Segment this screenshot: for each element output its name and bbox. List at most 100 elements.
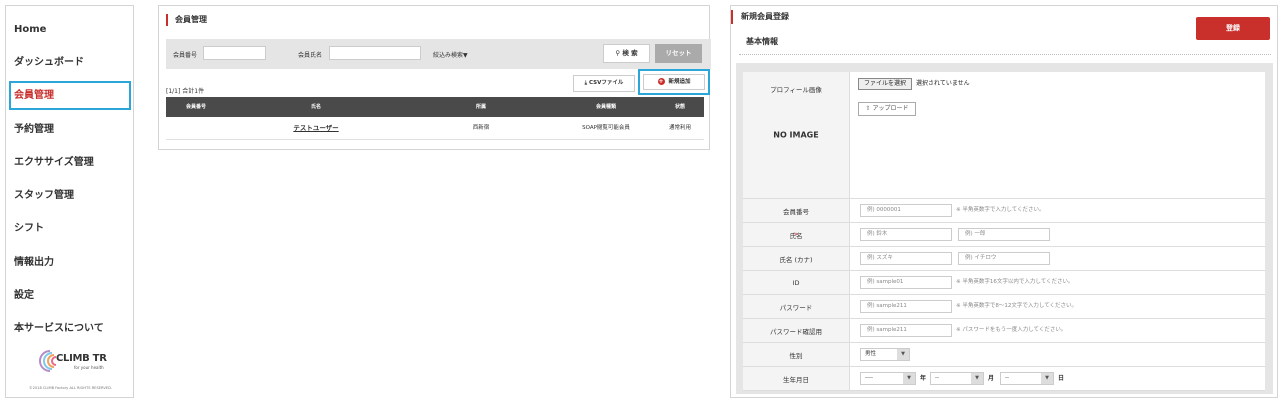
kana-label: 氏名 (カナ) xyxy=(779,255,813,264)
password-confirm-label-cell: パスワード確認用 xyxy=(743,319,849,342)
sidebar-item-about[interactable]: 本サービスについて xyxy=(14,322,104,336)
download-icon: ⤓ xyxy=(584,80,588,86)
kana-row: 氏名 (カナ) 例) スズキ 例) イチロウ xyxy=(743,247,1265,271)
sidebar-item-export[interactable]: 情報出力 xyxy=(14,256,54,270)
sidebar: Home ダッシュボード 会員管理 予約管理 エクササイズ管理 スタッフ管理 シ… xyxy=(5,5,134,398)
member-no-value: 例) 0000001 ※ 半角英数字で入力してください。 xyxy=(849,199,1265,222)
member-no-label: 会員番号 xyxy=(783,207,809,216)
birthday-value: ---- ▼ 年 -- ▼ 月 -- ▼ 日 xyxy=(849,367,1265,390)
gender-row: 性別 男性 ▼ xyxy=(743,343,1265,367)
sidebar-item-members[interactable]: 会員管理 xyxy=(9,81,131,110)
climb-logo: CLIMB TR for your health xyxy=(36,348,108,378)
day-unit: 日 xyxy=(1058,375,1065,382)
gender-select[interactable]: 男性 ▼ xyxy=(860,348,910,361)
cell-status: 通常利用 xyxy=(668,125,691,131)
profile-image-value: ファイルを選択 選択されていません ⇧ アップロード xyxy=(849,72,1265,198)
cell-member-type: SOAP閲覧可能会員 xyxy=(582,125,630,131)
birth-year-select[interactable]: ---- ▼ xyxy=(860,372,916,385)
column-header[interactable]: 状態 xyxy=(656,97,704,117)
cell-affiliation: 西新宿 xyxy=(472,125,490,131)
profile-image-label: プロフィール画像 xyxy=(770,86,822,94)
logo-text: CLIMB TR xyxy=(56,353,107,364)
birth-day-select[interactable]: -- ▼ xyxy=(1000,372,1054,385)
column-header[interactable]: 会員番号 xyxy=(166,97,226,117)
logo-subtext: for your health xyxy=(74,365,104,370)
first-name-field[interactable]: 例) 一郎 xyxy=(958,228,1050,241)
birthday-label: 生年月日 xyxy=(783,375,809,384)
sidebar-item-home[interactable]: Home xyxy=(14,23,46,37)
birth-month-select[interactable]: -- ▼ xyxy=(930,372,984,385)
password-value: 例) sample211 ※ 半角英数字で8〜12文字で入力してください。 xyxy=(849,295,1265,318)
birthday-row: 生年月日 ---- ▼ 年 -- ▼ 月 -- ▼ 日 xyxy=(743,367,1265,391)
table-row[interactable]: テストユーザー 西新宿 SOAP閲覧可能会員 通常利用 xyxy=(166,117,704,140)
upload-button[interactable]: ⇧ アップロード xyxy=(858,102,916,116)
chevron-down-icon: ▼ xyxy=(897,349,909,360)
add-button-label: 新規追加 xyxy=(668,79,691,85)
registration-panel: 新規会員登録 登録 基本情報 プロフィール画像 NO IMAGE ファイルを選択… xyxy=(730,5,1278,398)
csv-export-button[interactable]: ⤓ CSVファイル xyxy=(573,75,635,92)
chevron-down-icon: ▼ xyxy=(903,373,915,384)
id-field[interactable]: 例) sample01 xyxy=(860,276,952,289)
id-value: 例) sample01 ※ 半角英数字16文字以内で入力してください。 xyxy=(849,271,1265,294)
member-no-label: 会員番号 xyxy=(173,52,198,59)
add-member-button[interactable]: + 新規追加 xyxy=(638,69,710,95)
add-member-button-inner[interactable]: + 新規追加 xyxy=(643,74,705,90)
gender-label: 性別 xyxy=(789,351,803,360)
sidebar-item-staff[interactable]: スタッフ管理 xyxy=(14,189,74,203)
search-button[interactable]: ⚲ 検 索 xyxy=(603,44,650,63)
member-name-input[interactable] xyxy=(329,46,421,60)
column-header[interactable]: 氏名 xyxy=(246,97,386,117)
last-name-kana-field[interactable]: 例) スズキ xyxy=(860,252,952,265)
password-field[interactable]: 例) sample211 xyxy=(860,300,952,313)
table-header: 会員番号 氏名 所属 会員種類 状態 xyxy=(166,97,704,117)
member-no-field[interactable]: 例) 0000001 xyxy=(860,204,952,217)
file-select-button[interactable]: ファイルを選択 xyxy=(858,78,912,90)
chevron-down-icon: ▼ xyxy=(971,373,983,384)
password-confirm-field[interactable]: 例) sample211 xyxy=(860,324,952,337)
member-no-row: 会員番号 例) 0000001 ※ 半角英数字で入力してください。 xyxy=(743,199,1265,223)
column-header[interactable]: 会員種類 xyxy=(566,97,646,117)
copyright: ©2018 CLIMB Factory ALL RIGHTS RESERVED. xyxy=(29,386,112,390)
cell-member-name-link[interactable]: テストユーザー xyxy=(246,117,386,140)
csv-button-label: CSVファイル xyxy=(589,80,624,86)
sidebar-item-dashboard[interactable]: ダッシュボード xyxy=(14,56,84,70)
gender-selected: 男性 xyxy=(865,351,877,357)
registration-form: プロフィール画像 NO IMAGE ファイルを選択 選択されていません ⇧ アッ… xyxy=(736,63,1273,394)
year-unit: 年 xyxy=(920,375,927,382)
id-label-cell: ID xyxy=(743,271,849,294)
password-confirm-value: 例) sample211 ※ パスワードをもう一度入力してください。 xyxy=(849,319,1265,342)
member-no-input[interactable] xyxy=(203,46,266,60)
name-label-cell: 氏名 * xyxy=(743,223,849,246)
result-count: [1/1] 合計1件 xyxy=(166,88,205,95)
no-image-placeholder: NO IMAGE xyxy=(773,130,819,140)
birth-month-selected: -- xyxy=(935,375,939,381)
profile-image-row: プロフィール画像 NO IMAGE ファイルを選択 選択されていません ⇧ アッ… xyxy=(743,72,1265,199)
password-row: パスワード 例) sample211 ※ 半角英数字で8〜12文字で入力してくだ… xyxy=(743,295,1265,319)
member-no-hint: ※ 半角英数字で入力してください。 xyxy=(956,207,1045,213)
first-name-kana-field[interactable]: 例) イチロウ xyxy=(958,252,1050,265)
search-button-label: 検 索 xyxy=(622,49,638,57)
id-label: ID xyxy=(792,278,800,287)
sidebar-item-shift[interactable]: シフト xyxy=(14,222,44,236)
sidebar-item-exercises[interactable]: エクササイズ管理 xyxy=(14,156,94,170)
password-confirm-row: パスワード確認用 例) sample211 ※ パスワードをもう一度入力してくだ… xyxy=(743,319,1265,343)
name-value: 例) 鈴木 例) 一郎 xyxy=(849,223,1265,246)
password-label-cell: パスワード xyxy=(743,295,849,318)
sidebar-item-reservations[interactable]: 予約管理 xyxy=(14,123,54,137)
member-no-label-cell: 会員番号 xyxy=(743,199,849,222)
section-divider xyxy=(739,54,1271,55)
chevron-down-icon: ▼ xyxy=(1041,373,1053,384)
search-bar: 会員番号 会員氏名 絞込み検索▼ ⚲ 検 索 リセット xyxy=(166,39,711,69)
member-name-label: 会員氏名 xyxy=(298,52,323,59)
upload-icon: ⇧ xyxy=(865,105,871,112)
file-status: 選択されていません xyxy=(916,80,970,87)
last-name-field[interactable]: 例) 鈴木 xyxy=(860,228,952,241)
filter-toggle[interactable]: 絞込み検索▼ xyxy=(433,50,468,59)
profile-image-label-cell: プロフィール画像 NO IMAGE xyxy=(743,72,849,198)
column-header[interactable]: 所属 xyxy=(416,97,546,117)
kana-value: 例) スズキ 例) イチロウ xyxy=(849,247,1265,270)
register-button[interactable]: 登録 xyxy=(1196,17,1270,40)
reset-button[interactable]: リセット xyxy=(655,44,702,63)
plus-circle-icon: + xyxy=(657,78,665,85)
sidebar-item-settings[interactable]: 設定 xyxy=(14,289,34,303)
